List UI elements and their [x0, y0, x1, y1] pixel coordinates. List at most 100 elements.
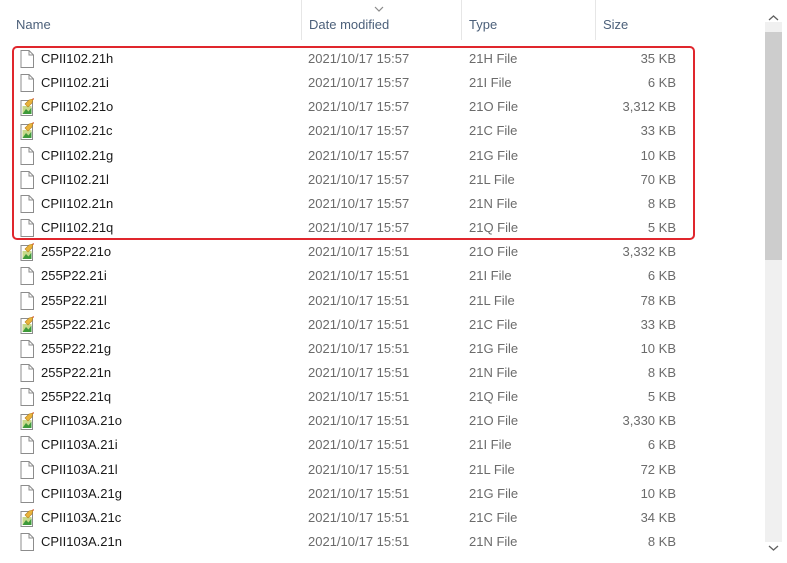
column-header-size[interactable]: Size	[595, 0, 685, 40]
file-size: 5 KB	[647, 220, 676, 236]
blank-file-icon	[20, 484, 34, 503]
file-row[interactable]: CPII102.21n 2021/10/17 15:57 21N File 8 KB	[0, 192, 760, 216]
column-header-date-modified[interactable]: Date modified	[301, 0, 461, 40]
file-row[interactable]: 255P22.21c 2021/10/17 15:51 21C File 33 KB	[0, 313, 760, 337]
file-row[interactable]: CPII103A.21o 2021/10/17 15:51 21O File 3,33…	[0, 409, 760, 433]
file-date-modified: 2021/10/17 15:51	[308, 292, 410, 308]
file-row[interactable]: 255P22.21i 2021/10/17 15:51 21I File 6 KB	[0, 264, 760, 288]
file-name: CPII103A.21l	[41, 461, 118, 477]
file-size: 72 KB	[640, 461, 676, 477]
file-size: 35 KB	[640, 51, 676, 66]
file-type: 21N File	[469, 364, 518, 380]
file-name: CPII102.21o	[41, 99, 114, 115]
file-row[interactable]: CPII103A.21n 2021/10/17 15:51 21N File 8 KB	[0, 530, 760, 554]
file-row[interactable]: CPII102.21c 2021/10/17 15:57 21C File 33 KB	[0, 119, 760, 143]
file-name: CPII102.21g	[41, 147, 114, 163]
image-file-icon	[20, 315, 34, 334]
file-type: 21C File	[469, 123, 518, 139]
blank-file-icon	[20, 291, 34, 310]
file-date-modified: 2021/10/17 15:57	[308, 75, 410, 91]
blank-file-icon	[20, 363, 34, 382]
file-date-modified: 2021/10/17 15:51	[308, 437, 410, 453]
file-name: 255P22.21o	[41, 244, 112, 260]
file-name: CPII103A.21c	[41, 509, 122, 525]
file-row[interactable]: CPII103A.21l 2021/10/17 15:51 21L File 72 K…	[0, 458, 760, 482]
file-row[interactable]: CPII102.21i 2021/10/17 15:57 21I File 6 KB	[0, 71, 760, 95]
file-date-modified: 2021/10/17 15:51	[308, 364, 410, 380]
column-header-type[interactable]: Type	[461, 0, 595, 40]
file-name: 255P22.21l	[41, 292, 107, 308]
column-header-name[interactable]: Name	[9, 0, 301, 40]
file-size: 10 KB	[640, 147, 676, 163]
image-file-icon	[20, 412, 34, 431]
file-name: CPII103A.21n	[41, 534, 122, 549]
file-date-modified: 2021/10/17 15:51	[308, 389, 410, 405]
file-type: 21L File	[469, 171, 515, 187]
file-name: CPII102.21l	[41, 171, 109, 187]
file-size: 3,330 KB	[622, 413, 677, 429]
file-size: 70 KB	[640, 171, 676, 187]
file-size: 34 KB	[640, 509, 676, 525]
scroll-thumb[interactable]	[765, 32, 782, 260]
file-row[interactable]: CPII103A.21c 2021/10/17 15:51 21C File 34 K…	[0, 506, 760, 530]
file-name: 255P22.21g	[41, 340, 112, 356]
file-date-modified: 2021/10/17 15:57	[308, 147, 410, 163]
scroll-down-icon[interactable]	[768, 544, 779, 552]
file-type: 21O File	[469, 99, 519, 115]
file-row[interactable]: CPII103A.21g 2021/10/17 15:51 21G File 10 K…	[0, 482, 760, 506]
file-size: 5 KB	[647, 389, 676, 405]
file-type: 21G File	[469, 147, 519, 163]
blank-file-icon	[20, 219, 34, 238]
scroll-up-icon[interactable]	[768, 14, 779, 22]
file-size: 33 KB	[640, 316, 676, 332]
file-row[interactable]: CPII102.21o 2021/10/17 15:57 21O File 3,312…	[0, 95, 760, 119]
blank-file-icon	[20, 533, 34, 551]
file-type: 21O File	[469, 244, 519, 260]
file-name: 255P22.21i	[41, 268, 107, 284]
file-date-modified: 2021/10/17 15:57	[308, 99, 410, 115]
file-type: 21Q File	[469, 220, 519, 236]
blank-file-icon	[20, 170, 34, 189]
file-name: CPII103A.21i	[41, 437, 118, 453]
file-row[interactable]: 255P22.21g 2021/10/17 15:51 21G File 10 KB	[0, 337, 760, 361]
file-name: CPII102.21q	[41, 220, 114, 236]
file-date-modified: 2021/10/17 15:57	[308, 220, 410, 236]
file-type: 21N File	[469, 195, 518, 211]
file-type: 21G File	[469, 340, 519, 356]
file-row[interactable]: CPII102.21g 2021/10/17 15:57 21G File 10 KB	[0, 144, 760, 168]
file-row[interactable]: 255P22.21n 2021/10/17 15:51 21N File 8 KB	[0, 361, 760, 385]
file-row[interactable]: 255P22.21l 2021/10/17 15:51 21L File 78 KB	[0, 289, 760, 313]
file-size: 6 KB	[647, 437, 676, 453]
file-size: 3,312 KB	[622, 99, 677, 115]
file-date-modified: 2021/10/17 15:51	[308, 509, 410, 525]
file-size: 33 KB	[640, 123, 676, 139]
file-name: CPII103A.21g	[41, 485, 122, 501]
file-row[interactable]: CPII102.21l 2021/10/17 15:57 21L File 70 KB	[0, 168, 760, 192]
file-size: 8 KB	[647, 195, 676, 211]
file-size: 10 KB	[640, 340, 676, 356]
blank-file-icon	[20, 339, 34, 358]
file-type: 21C File	[469, 316, 518, 332]
file-name: 255P22.21c	[41, 316, 111, 332]
file-name: 255P22.21n	[41, 364, 112, 380]
file-type: 21C File	[469, 509, 518, 525]
image-file-icon	[20, 98, 34, 117]
file-size: 6 KB	[647, 268, 676, 284]
file-row[interactable]: 255P22.21q 2021/10/17 15:51 21Q File 5 KB	[0, 385, 760, 409]
file-type: 21I File	[469, 437, 512, 453]
file-row[interactable]: 255P22.21o 2021/10/17 15:51 21O File 3,332 …	[0, 240, 760, 264]
blank-file-icon	[20, 146, 34, 165]
column-header-bar: Name Date modified Type Size	[0, 0, 760, 40]
file-row[interactable]: CPII103A.21i 2021/10/17 15:51 21I File 6 KB	[0, 433, 760, 457]
file-name: CPII102.21c	[41, 123, 113, 139]
file-row[interactable]: CPII102.21h 2021/10/17 15:57 21H File 35 KB	[0, 47, 760, 71]
vertical-scrollbar[interactable]	[765, 8, 782, 556]
file-name: CPII102.21h	[41, 51, 114, 66]
image-file-icon	[20, 508, 34, 527]
file-date-modified: 2021/10/17 15:57	[308, 123, 410, 139]
blank-file-icon	[20, 436, 34, 455]
file-type: 21I File	[469, 268, 512, 284]
blank-file-icon	[20, 460, 34, 479]
file-row[interactable]: CPII102.21q 2021/10/17 15:57 21Q File 5 KB	[0, 216, 760, 240]
file-date-modified: 2021/10/17 15:51	[308, 413, 410, 429]
